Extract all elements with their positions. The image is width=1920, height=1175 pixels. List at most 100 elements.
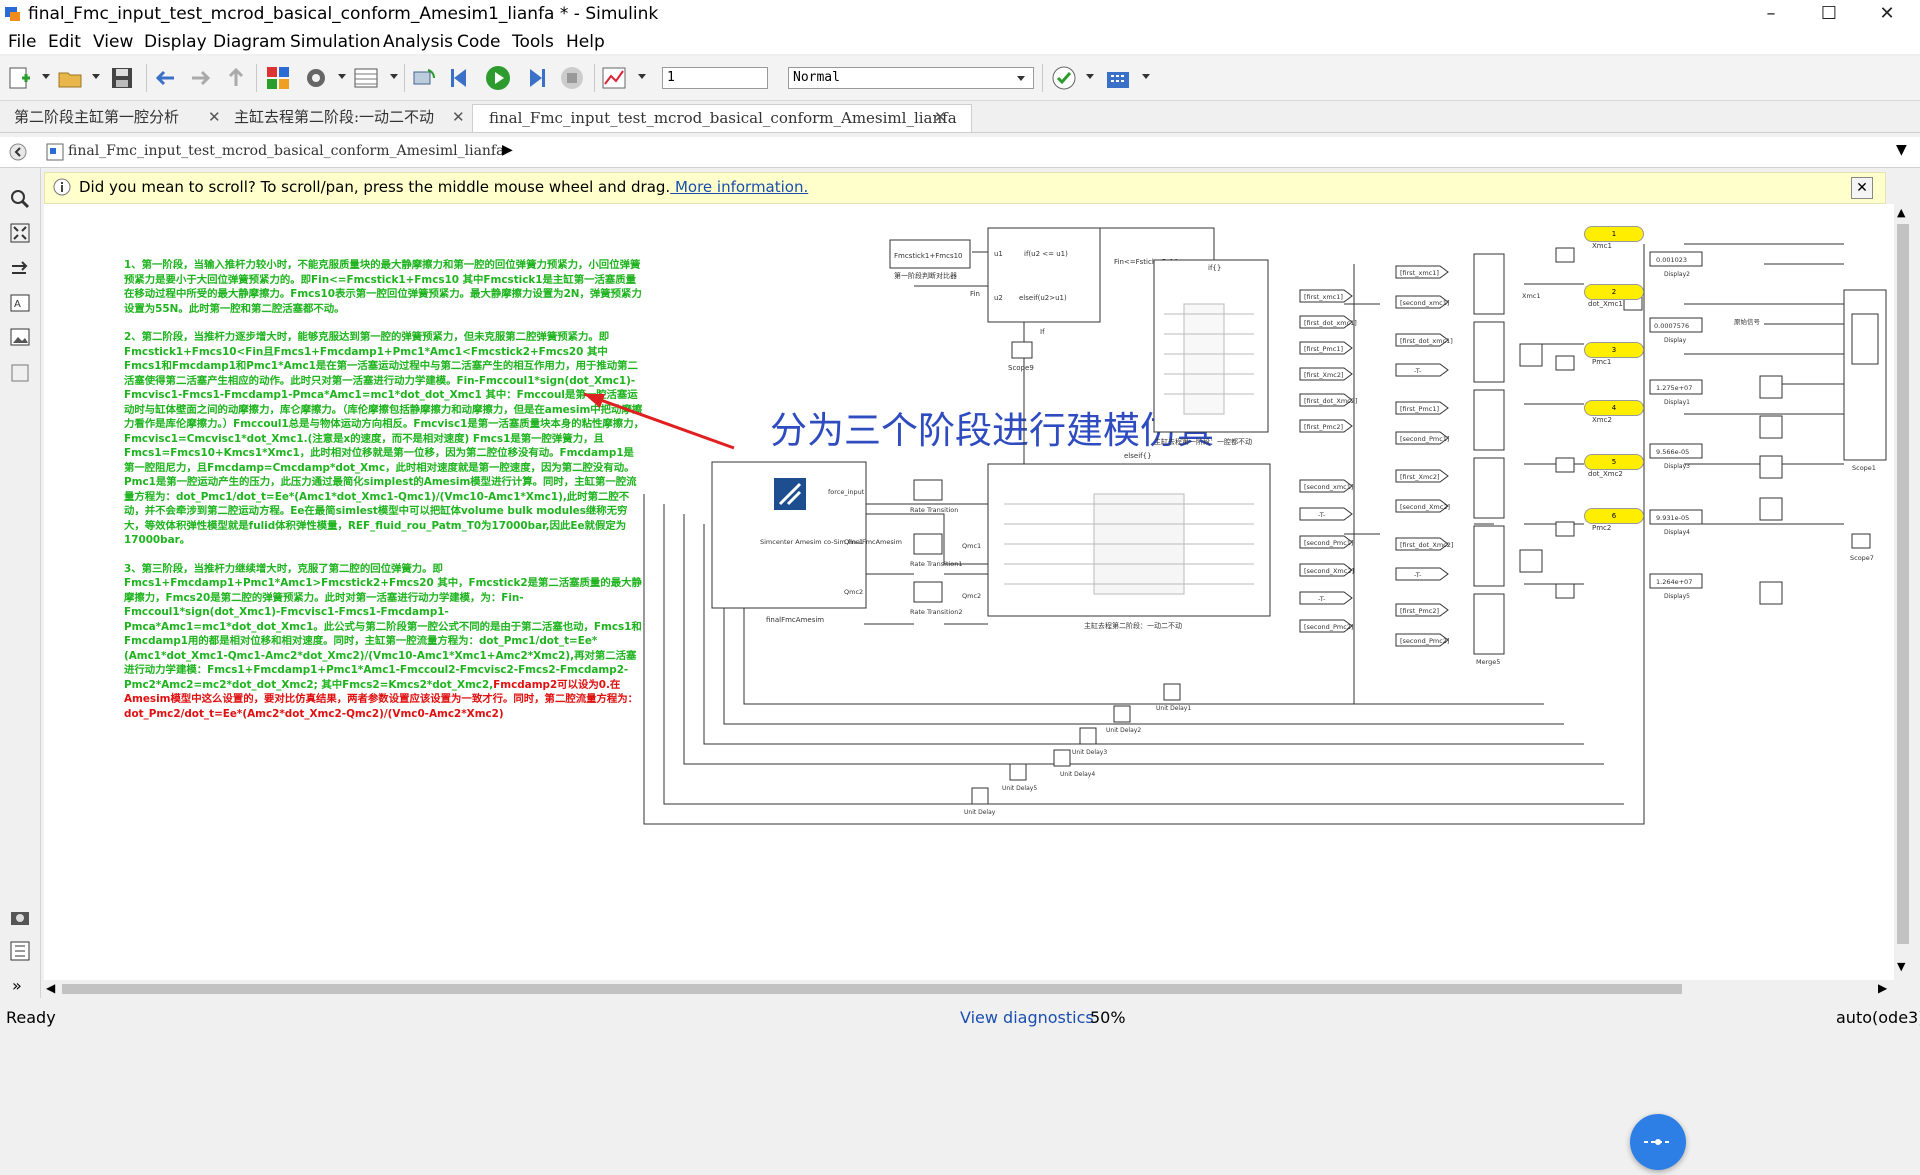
more-information-link[interactable]: More information. [670,178,808,196]
stop-time-input[interactable]: 1 [662,67,768,89]
screenshot-camera-icon[interactable] [9,906,31,928]
menu-file[interactable]: File [8,32,36,52]
horizontal-scroll-thumb[interactable] [62,984,1682,994]
block-diagram[interactable]: Fmcstick1+Fmcs10 第一阶段判断对比器 u1 u2 if(u2 <… [44,204,1894,980]
scroll-left-icon[interactable]: ◀ [46,981,55,995]
if-block-name: If [1040,328,1045,336]
vertical-scroll-thumb[interactable] [1897,224,1909,944]
config-dropdown-icon[interactable] [338,74,346,79]
back-arrow-icon[interactable] [152,64,180,92]
menu-bar: File Edit View Display Diagram Simulatio… [0,30,1920,54]
tab-stage2-one-moves[interactable]: 主缸去程第二阶段:一动二不动 [228,104,474,131]
open-folder-icon[interactable] [56,64,84,92]
expand-palette-icon[interactable]: » [12,976,22,995]
tab-close-icon[interactable]: ✕ [934,108,947,126]
navigation-assist-button[interactable] [1630,1114,1686,1170]
hide-explorer-icon[interactable] [8,142,28,162]
advisor-dropdown-icon[interactable] [1086,74,1094,79]
tab-close-icon[interactable]: ✕ [452,108,465,126]
inspector-dropdown-icon[interactable] [638,74,646,79]
model-config-gear-icon[interactable] [302,64,330,92]
minimize-button[interactable]: – [1742,0,1800,30]
from-label: -T- [1414,367,1422,375]
model-explorer-icon[interactable] [352,64,380,92]
menu-code[interactable]: Code [457,32,501,52]
scope9-label: Scope9 [1008,364,1034,372]
display-name: Display1 [1664,399,1690,406]
tab-final-model[interactable]: final_Fmc_input_test_mcrod_basical_confo… [472,104,972,132]
arrow-signal-icon[interactable] [9,258,31,280]
library-browser-icon[interactable] [264,64,292,92]
zoom-icon[interactable] [9,188,31,210]
qmc1-signal: Qmc1 [962,542,981,550]
scroll-up-icon[interactable]: ▲ [1897,206,1905,219]
step-forward-icon[interactable] [522,64,550,92]
path-dropdown-icon[interactable]: ▼ [1896,142,1907,158]
vertical-scrollbar[interactable]: ▲ ▼ [1894,204,1912,980]
maximize-button[interactable]: ☐ [1800,0,1858,30]
from-label: [first_dot_xmc1] [1400,337,1453,345]
model-path-bar: final_Fmc_input_test_mcrod_basical_confo… [0,137,1920,168]
tab-stage2-chamber1[interactable]: 第二阶段主缸第一腔分析 [4,104,234,131]
outport-name: Xmc2 [1592,416,1612,424]
simulation-mode-select[interactable]: Normal [788,67,1034,89]
update-diagram-icon[interactable] [410,64,438,92]
build-dropdown-icon[interactable] [1142,74,1150,79]
outport-xmc2[interactable]: 4 [1584,400,1644,416]
run-simulation-icon[interactable] [484,64,512,92]
scroll-right-icon[interactable]: ▶ [1878,981,1887,995]
menu-edit[interactable]: Edit [48,32,81,52]
data-inspector-icon[interactable] [600,64,628,92]
step-back-icon[interactable] [446,64,474,92]
menu-analysis[interactable]: Analysis [383,32,453,52]
new-dropdown-icon[interactable] [42,74,50,79]
menu-display[interactable]: Display [144,32,207,52]
explorer-dropdown-icon[interactable] [390,74,398,79]
outport-dot-xmc2[interactable]: 5 [1584,454,1644,470]
menu-diagram[interactable]: Diagram [213,32,286,52]
build-model-icon[interactable] [1104,64,1132,92]
from-label: -T- [1414,571,1422,579]
stage1-caption: 主缸去程第一阶段：一腔都不动 [1154,437,1252,446]
outport-xmc1[interactable]: 1 [1584,226,1644,242]
menu-simulation[interactable]: Simulation [290,32,381,52]
model-advisor-check-icon[interactable] [1050,64,1078,92]
display-name: Display2 [1664,271,1690,278]
open-dropdown-icon[interactable] [92,74,100,79]
stop-simulation-icon[interactable] [558,64,586,92]
menu-view[interactable]: View [93,32,133,52]
outport-pmc2[interactable]: 6 [1584,508,1644,524]
tab-close-icon[interactable]: ✕ [208,108,221,126]
up-arrow-icon[interactable] [222,64,250,92]
rate-transition1-label: Rate Transition1 [910,560,963,568]
svg-text:Qmc2: Qmc2 [844,588,863,596]
model-canvas[interactable]: 1、第一阶段，当输入推杆力较小时，不能克服质量块的最大静摩擦力和第一腔的回位弹簧… [44,204,1894,1170]
scroll-down-icon[interactable]: ▼ [1897,960,1905,973]
from-label: [second_Pmc2] [1400,637,1449,645]
if-condition-2: elseif(u2>u1) [1019,294,1067,302]
window-title: final_Fmc_input_test_mcrod_basical_confo… [28,4,659,24]
outport-name: Pmc2 [1592,524,1612,532]
outport-dot-xmc1[interactable]: 2 [1584,284,1644,300]
view-diagnostics-link[interactable]: View diagnostics [960,1008,1094,1027]
model-browser-icon[interactable] [9,940,31,962]
breadcrumb-arrow-icon[interactable]: ▶ [502,142,513,158]
horizontal-scrollbar[interactable]: ◀ ▶ [44,980,1894,998]
close-banner-icon[interactable]: ✕ [1851,177,1873,199]
annotation-icon[interactable]: A [9,292,31,314]
image-icon[interactable] [9,326,31,348]
goto-label: [first_Xmc2] [1304,371,1344,379]
fit-to-view-icon[interactable] [9,222,31,244]
menu-help[interactable]: Help [566,32,605,52]
menu-tools[interactable]: Tools [512,32,554,52]
forward-arrow-icon[interactable] [186,64,214,92]
close-window-button[interactable]: ✕ [1858,0,1916,30]
area-icon[interactable] [9,362,31,384]
save-icon[interactable] [108,64,136,92]
display-value: 0.0007576 [1654,322,1689,330]
outport-pmc1[interactable]: 3 [1584,342,1644,358]
status-text: Ready [6,1008,56,1027]
solver-name[interactable]: auto(ode3) [1836,1008,1920,1027]
breadcrumb[interactable]: final_Fmc_input_test_mcrod_basical_confo… [68,143,504,159]
new-model-icon[interactable] [6,64,34,92]
